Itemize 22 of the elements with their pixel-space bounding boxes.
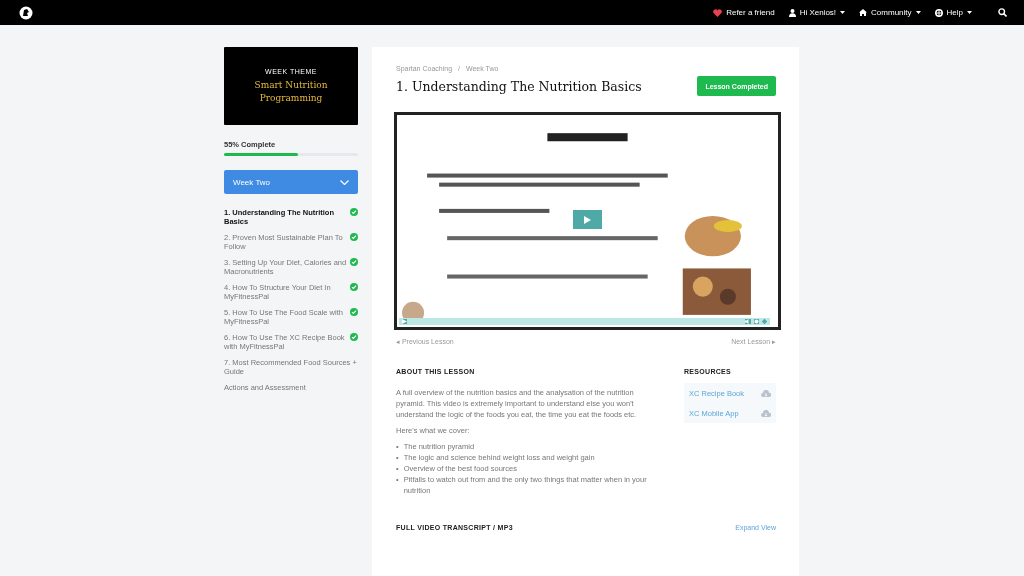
lesson-title: 1. Understanding The Nutrition Basics — [396, 78, 642, 94]
cloud-download-icon — [761, 389, 771, 397]
chevron-icon — [340, 179, 349, 185]
search-icon[interactable] — [998, 8, 1007, 17]
home-icon — [859, 9, 868, 16]
nav-link[interactable]: Community — [859, 8, 921, 17]
caret-icon — [915, 11, 921, 14]
cloud-download-icon — [761, 409, 771, 417]
caret-icon — [840, 11, 846, 14]
logo-icon[interactable] — [19, 5, 33, 20]
theme-title: Smart Nutrition Programming — [253, 78, 329, 105]
heart-icon — [713, 8, 723, 17]
user-icon — [788, 8, 796, 17]
caret-icon — [967, 11, 972, 14]
lifebuoy-icon — [934, 8, 943, 17]
play-button[interactable] — [573, 210, 602, 229]
play-icon[interactable] — [402, 319, 407, 324]
play-icon — [584, 215, 591, 224]
nav-link[interactable]: Hi Xenios! — [788, 8, 846, 17]
nav-link[interactable]: Help — [934, 8, 972, 17]
nav-link[interactable]: Refer a friend — [713, 8, 775, 17]
week-dropdown[interactable]: Week Two — [224, 170, 358, 194]
